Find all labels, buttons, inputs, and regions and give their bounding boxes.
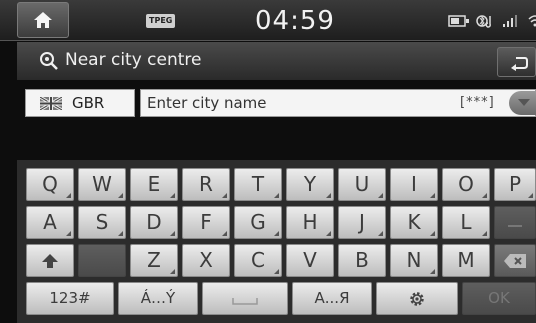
city-search-input[interactable]: Enter city name [***]	[140, 89, 536, 117]
key-o[interactable]: O	[442, 168, 490, 201]
key-q[interactable]: Q	[26, 168, 74, 201]
key-x[interactable]: X	[182, 244, 230, 277]
key-e[interactable]: E	[130, 168, 178, 201]
header-bar: Near city centre	[17, 42, 536, 80]
country-selector[interactable]: GBR	[25, 89, 135, 117]
keyboard: Q W E R T Y U I O P A S D F G H J K L Z …	[17, 160, 536, 323]
key-d[interactable]: D	[130, 206, 178, 239]
country-code: GBR	[72, 94, 105, 112]
city-dropdown-button[interactable]	[509, 91, 536, 115]
key-i[interactable]: I	[390, 168, 438, 201]
key-b[interactable]: B	[338, 244, 386, 277]
key-f[interactable]: F	[182, 206, 230, 239]
wifi-icon	[528, 13, 536, 29]
key-n[interactable]: N	[390, 244, 438, 277]
key-a[interactable]: A	[26, 206, 74, 239]
home-button[interactable]	[17, 2, 69, 38]
key-k[interactable]: K	[390, 206, 438, 239]
key-z[interactable]: Z	[130, 244, 178, 277]
key-c[interactable]: C	[234, 244, 282, 277]
key-w[interactable]: W	[78, 168, 126, 201]
status-bar: TPEG 04:59	[0, 0, 536, 41]
key-blank[interactable]	[78, 244, 126, 277]
bluetooth-audio-icon	[476, 13, 496, 29]
uk-flag-icon	[40, 97, 62, 110]
mode-cyrillic-key[interactable]: А...Я	[292, 282, 372, 315]
back-icon	[511, 57, 528, 71]
tpeg-badge: TPEG	[146, 14, 176, 28]
search-icon	[39, 51, 59, 75]
key-p[interactable]: P	[494, 168, 536, 201]
city-input-hint: [***]	[460, 95, 495, 110]
battery-icon	[448, 13, 470, 29]
back-button[interactable]	[497, 47, 536, 77]
home-icon	[34, 12, 52, 28]
page-title: Near city centre	[65, 50, 202, 70]
mode-123-key[interactable]: 123#	[26, 282, 114, 315]
gear-icon	[410, 292, 424, 306]
dash-icon	[508, 225, 522, 227]
key-m[interactable]: M	[442, 244, 490, 277]
key-h[interactable]: H	[286, 206, 334, 239]
key-y[interactable]: Y	[286, 168, 334, 201]
clock: 04:59	[255, 6, 335, 36]
space-icon	[232, 298, 258, 305]
mode-accent-key[interactable]: Á…Ý	[118, 282, 198, 315]
key-s[interactable]: S	[78, 206, 126, 239]
key-u[interactable]: U	[338, 168, 386, 201]
ok-button[interactable]: OK	[462, 282, 536, 315]
settings-key[interactable]	[376, 282, 458, 315]
space-key[interactable]	[202, 282, 288, 315]
key-g[interactable]: G	[234, 206, 282, 239]
key-t[interactable]: T	[234, 168, 282, 201]
key-l[interactable]: L	[442, 206, 490, 239]
key-dash[interactable]	[494, 206, 536, 239]
backspace-icon	[504, 254, 526, 268]
key-v[interactable]: V	[286, 244, 334, 277]
shift-arrow-icon	[42, 254, 58, 268]
chevron-down-icon	[518, 99, 530, 106]
signal-icon	[502, 13, 522, 29]
status-icons	[448, 13, 536, 29]
city-input-placeholder: Enter city name	[147, 94, 267, 112]
key-r[interactable]: R	[182, 168, 230, 201]
key-j[interactable]: J	[338, 206, 386, 239]
backspace-key[interactable]	[494, 244, 536, 277]
shift-key[interactable]	[26, 244, 74, 277]
